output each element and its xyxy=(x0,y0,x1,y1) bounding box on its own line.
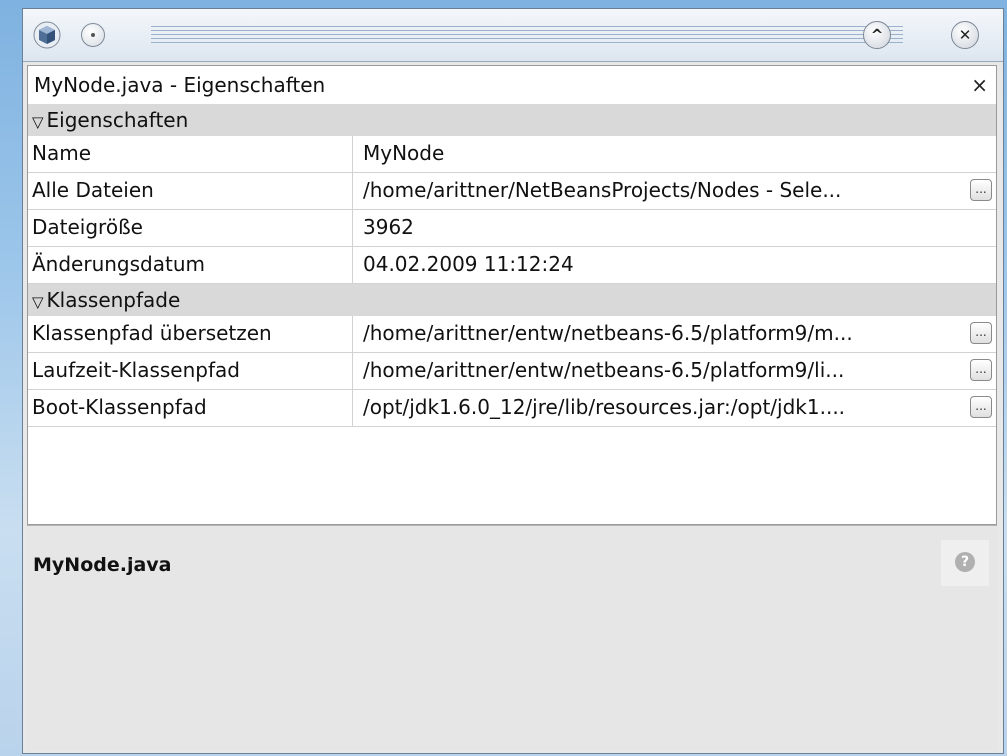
property-sheet: MyNode.java - Eigenschaften × ▽ Eigenscha… xyxy=(27,65,997,525)
property-key: Dateigröße xyxy=(28,210,353,246)
cube-icon[interactable] xyxy=(33,21,61,49)
property-value[interactable]: /home/arittner/entw/netbeans-6.5/platfor… xyxy=(353,353,996,389)
panel-title: MyNode.java - Eigenschaften xyxy=(34,73,326,97)
ellipsis-button[interactable]: ... xyxy=(970,396,992,418)
triangle-down-icon[interactable]: ▽ xyxy=(32,293,44,311)
panel-header: MyNode.java - Eigenschaften × xyxy=(28,66,996,104)
property-value-text: /home/arittner/entw/netbeans-6.5/platfor… xyxy=(363,358,845,382)
property-row-dateigroesse[interactable]: Dateigröße 3962 xyxy=(28,210,996,247)
property-row-name[interactable]: Name MyNode xyxy=(28,136,996,173)
triangle-down-icon[interactable]: ▽ xyxy=(32,113,44,131)
pin-icon[interactable] xyxy=(81,23,105,47)
property-value-text: /opt/jdk1.6.0_12/jre/lib/resources.jar:/… xyxy=(363,395,846,419)
category-label: Eigenschaften xyxy=(46,108,189,132)
property-key: Boot-Klassenpfad xyxy=(28,390,353,426)
property-value[interactable]: /opt/jdk1.6.0_12/jre/lib/resources.jar:/… xyxy=(353,390,996,426)
property-key: Name xyxy=(28,136,353,172)
window-titlebar[interactable]: ^ ✕ xyxy=(23,9,1003,62)
property-value[interactable]: MyNode xyxy=(353,136,996,172)
description-title: MyNode.java xyxy=(33,554,172,576)
property-value-text: /home/arittner/entw/netbeans-6.5/platfor… xyxy=(363,321,853,345)
property-row-alle-dateien[interactable]: Alle Dateien /home/arittner/NetBeansProj… xyxy=(28,173,996,210)
property-value-text: /home/arittner/NetBeansProjects/Nodes - … xyxy=(363,178,842,202)
property-row-klassenpfad-uebersetzen[interactable]: Klassenpfad übersetzen /home/arittner/en… xyxy=(28,316,996,353)
property-key: Laufzeit-Klassenpfad xyxy=(28,353,353,389)
property-key: Alle Dateien xyxy=(28,173,353,209)
panel-close-button[interactable]: × xyxy=(971,66,988,104)
category-label: Klassenpfade xyxy=(46,288,181,312)
minimize-button[interactable]: ^ xyxy=(863,21,891,49)
titlebar-grip[interactable] xyxy=(151,26,903,43)
category-klassenpfade[interactable]: ▽ Klassenpfade xyxy=(28,284,996,316)
property-value[interactable]: 04.02.2009 11:12:24 xyxy=(353,247,996,283)
category-eigenschaften[interactable]: ▽ Eigenschaften xyxy=(28,104,996,136)
description-area: MyNode.java ? xyxy=(27,525,997,751)
ellipsis-button[interactable]: ... xyxy=(970,359,992,381)
property-value[interactable]: /home/arittner/entw/netbeans-6.5/platfor… xyxy=(353,316,996,352)
properties-window: ^ ✕ MyNode.java - Eigenschaften × ▽ Eigen… xyxy=(22,8,1004,754)
ellipsis-button[interactable]: ... xyxy=(970,179,992,201)
property-value[interactable]: 3962 xyxy=(353,210,996,246)
property-value[interactable]: /home/arittner/NetBeansProjects/Nodes - … xyxy=(353,173,996,209)
window-close-button[interactable]: ✕ xyxy=(951,21,979,49)
help-icon: ? xyxy=(955,552,975,572)
property-row-laufzeit-klassenpfad[interactable]: Laufzeit-Klassenpfad /home/arittner/entw… xyxy=(28,353,996,390)
help-button[interactable]: ? xyxy=(941,540,989,586)
property-row-boot-klassenpfad[interactable]: Boot-Klassenpfad /opt/jdk1.6.0_12/jre/li… xyxy=(28,390,996,427)
ellipsis-button[interactable]: ... xyxy=(970,322,992,344)
property-key: Änderungsdatum xyxy=(28,247,353,283)
property-row-aenderungsdatum[interactable]: Änderungsdatum 04.02.2009 11:12:24 xyxy=(28,247,996,284)
property-key: Klassenpfad übersetzen xyxy=(28,316,353,352)
